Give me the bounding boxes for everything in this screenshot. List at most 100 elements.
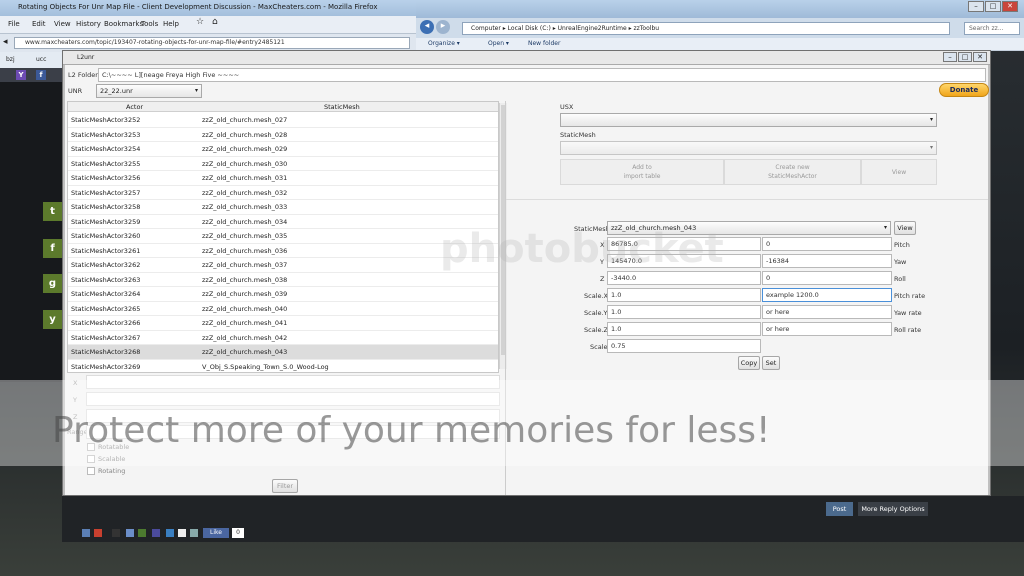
maximize-button[interactable]: □	[958, 52, 972, 62]
table-row[interactable]: StaticMeshActor3253 zzZ_old_church.mesh_0…	[68, 128, 498, 142]
table-row[interactable]: StaticMeshActor3254 zzZ_old_church.mesh_0…	[68, 142, 498, 157]
bookmark-item[interactable]: bzj	[6, 56, 15, 63]
facebook-like-button[interactable]: Like	[203, 528, 229, 538]
rotatable-checkbox[interactable]: Rotatable	[87, 443, 129, 451]
breadcrumb-item[interactable]: Computer	[471, 25, 501, 32]
column-header-staticmesh[interactable]: StaticMesh	[324, 103, 360, 111]
table-row[interactable]: StaticMeshActor3252 zzZ_old_church.mesh_0…	[68, 113, 498, 128]
post-button[interactable]: Post	[826, 502, 853, 516]
home-icon[interactable]: ⌂	[212, 17, 218, 27]
l2folder-field[interactable]: C:\~~~~ L][neage Freya High Five ~~~~	[98, 68, 986, 82]
filter-range-field[interactable]	[86, 425, 500, 439]
close-button[interactable]: ✕	[1002, 1, 1018, 12]
table-row[interactable]: StaticMeshActor3259 zzZ_old_church.mesh_0…	[68, 215, 498, 229]
filter-button[interactable]: Filter	[272, 479, 298, 493]
minimize-button[interactable]: –	[943, 52, 957, 62]
table-row[interactable]: StaticMeshActor3264 zzZ_old_church.mesh_0…	[68, 287, 498, 302]
set-button[interactable]: Set	[762, 356, 780, 370]
copy-button[interactable]: Copy	[738, 356, 760, 370]
breadcrumb[interactable]: Computer ▸ Local Disk (C:) ▸ UnrealEngin…	[462, 22, 950, 35]
create-staticmeshactor-button[interactable]: Create new StaticMeshActor	[724, 159, 861, 185]
rotating-checkbox[interactable]: Rotating	[87, 467, 125, 475]
share-icon[interactable]	[94, 529, 102, 537]
menu-help[interactable]: Help	[163, 20, 179, 28]
table-row[interactable]: StaticMeshActor3269 V_Obj_S.Speaking_Town…	[68, 360, 498, 373]
table-row[interactable]: StaticMeshActor3268 zzZ_old_church.mesh_0…	[68, 345, 498, 360]
donate-button[interactable]: Donate	[939, 83, 989, 97]
url-bar[interactable]: www.maxcheaters.com/topic/193407-rotatin…	[14, 37, 410, 49]
back-icon[interactable]: ◂	[3, 37, 8, 47]
breadcrumb-item[interactable]: zzToolbu	[633, 25, 659, 32]
scalex-field[interactable]: 1.0	[607, 288, 761, 302]
pitch-rate-field[interactable]: example 1200.0	[762, 288, 892, 302]
google-icon[interactable]: g	[43, 274, 62, 293]
staticmesh-usx-select[interactable]: ▾	[560, 141, 937, 155]
pitch-field[interactable]: 0	[762, 237, 892, 251]
usx-select[interactable]: ▾	[560, 113, 937, 127]
menu-bookmarks[interactable]: Bookmarks	[104, 20, 143, 28]
yaw-rate-field[interactable]: or here	[762, 305, 892, 319]
scalez-field[interactable]: 1.0	[607, 322, 761, 336]
share-icon[interactable]	[126, 529, 134, 537]
search-input[interactable]: Search zz...	[964, 22, 1020, 35]
more-reply-options-button[interactable]: More Reply Options	[858, 502, 928, 516]
staticmesh-select[interactable]: zzZ_old_church.mesh_043 ▾	[607, 221, 891, 235]
table-row[interactable]: StaticMeshActor3258 zzZ_old_church.mesh_0…	[68, 200, 498, 215]
menu-edit[interactable]: Edit	[32, 20, 46, 28]
forward-icon[interactable]: ▸	[436, 20, 450, 34]
table-row[interactable]: StaticMeshActor3267 zzZ_old_church.mesh_0…	[68, 331, 498, 345]
share-icon[interactable]	[82, 529, 90, 537]
scalable-checkbox[interactable]: Scalable	[87, 455, 125, 463]
y-field[interactable]: 145470.0	[607, 254, 761, 268]
share-icon[interactable]	[190, 529, 198, 537]
breadcrumb-item[interactable]: UnrealEngine2Runtime	[558, 25, 627, 32]
menu-view[interactable]: View	[54, 20, 71, 28]
star-icon[interactable]: ☆	[196, 17, 204, 27]
share-icon[interactable]	[112, 529, 120, 537]
youtube-icon[interactable]: y	[43, 310, 62, 329]
organize-menu[interactable]: Organize ▾	[428, 40, 460, 47]
table-row[interactable]: StaticMeshActor3256 zzZ_old_church.mesh_0…	[68, 171, 498, 186]
maximize-button[interactable]: □	[985, 1, 1001, 12]
table-row[interactable]: StaticMeshActor3263 zzZ_old_church.mesh_0…	[68, 273, 498, 287]
z-field[interactable]: -3440.0	[607, 271, 761, 285]
roll-field[interactable]: 0	[762, 271, 892, 285]
menu-history[interactable]: History	[76, 20, 101, 28]
share-icon[interactable]	[152, 529, 160, 537]
menu-file[interactable]: File	[8, 20, 20, 28]
bookmark-item[interactable]: ucc	[36, 56, 46, 63]
table-row[interactable]: StaticMeshActor3260 zzZ_old_church.mesh_0…	[68, 229, 498, 244]
view-staticmesh-button[interactable]: View	[894, 221, 916, 235]
table-row[interactable]: StaticMeshActor3262 zzZ_old_church.mesh_0…	[68, 258, 498, 273]
share-icon[interactable]	[166, 529, 174, 537]
scale-field[interactable]: 0.75	[607, 339, 761, 353]
minimize-button[interactable]: –	[968, 1, 984, 12]
print-icon[interactable]	[178, 529, 186, 537]
facebook-share-icon[interactable]: f	[43, 239, 62, 258]
table-row[interactable]: StaticMeshActor3265 zzZ_old_church.mesh_0…	[68, 302, 498, 316]
menu-tools[interactable]: Tools	[141, 20, 158, 28]
view-usx-button[interactable]: View	[861, 159, 937, 185]
yaw-field[interactable]: -16384	[762, 254, 892, 268]
scaley-field[interactable]: 1.0	[607, 305, 761, 319]
roll-rate-field[interactable]: or here	[762, 322, 892, 336]
column-header-actor[interactable]: Actor	[126, 103, 143, 111]
add-to-import-table-button[interactable]: Add to import table	[560, 159, 724, 185]
table-row[interactable]: StaticMeshActor3266 zzZ_old_church.mesh_0…	[68, 316, 498, 331]
facebook-icon[interactable]: f	[36, 70, 46, 80]
table-row[interactable]: StaticMeshActor3257 zzZ_old_church.mesh_0…	[68, 186, 498, 200]
filter-z-field[interactable]	[86, 409, 500, 423]
filter-x-field[interactable]	[86, 375, 500, 389]
yahoo-icon[interactable]: Y	[16, 70, 26, 80]
open-menu[interactable]: Open ▾	[488, 40, 509, 47]
table-row[interactable]: StaticMeshActor3255 zzZ_old_church.mesh_0…	[68, 157, 498, 171]
back-icon[interactable]: ◂	[420, 20, 434, 34]
breadcrumb-item[interactable]: Local Disk (C:)	[508, 25, 551, 32]
unr-select[interactable]: 22_22.unr ▾	[96, 84, 202, 98]
new-folder-button[interactable]: New folder	[528, 40, 560, 47]
share-icon[interactable]	[138, 529, 146, 537]
table-row[interactable]: StaticMeshActor3261 zzZ_old_church.mesh_0…	[68, 244, 498, 258]
x-field[interactable]: 86785.0	[607, 237, 761, 251]
close-button[interactable]: ✕	[973, 52, 987, 62]
twitter-icon[interactable]: t	[43, 202, 62, 221]
